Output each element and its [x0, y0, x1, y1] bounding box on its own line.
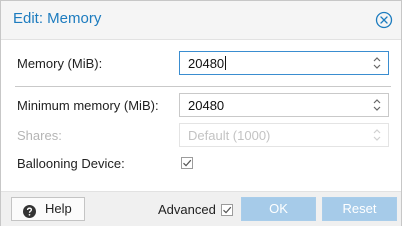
- memory-label: Memory (MiB):: [17, 56, 103, 71]
- dialog-titlebar: Edit: Memory: [1, 1, 401, 40]
- minimum-memory-value: 20480: [188, 98, 225, 113]
- dialog-title: Edit: Memory: [13, 10, 102, 27]
- reset-button[interactable]: Reset: [322, 197, 397, 221]
- section-divider: [15, 86, 391, 87]
- close-icon[interactable]: [374, 10, 394, 30]
- memory-input[interactable]: 20480: [179, 51, 389, 75]
- ok-button[interactable]: OK: [241, 197, 316, 221]
- advanced-label: Advanced: [158, 202, 216, 217]
- ballooning-device-label: Ballooning Device:: [17, 156, 125, 171]
- shares-spinner-icon: [372, 127, 382, 143]
- edit-memory-dialog: Edit: Memory Memory (MiB): 20480 Minimum…: [0, 0, 402, 226]
- minimum-memory-spinner-icon[interactable]: [372, 97, 382, 113]
- minimum-memory-label: Minimum memory (MiB):: [17, 98, 159, 113]
- advanced-checkbox[interactable]: [221, 204, 233, 216]
- memory-spinner-icon[interactable]: [372, 55, 382, 71]
- ballooning-device-checkbox[interactable]: [181, 157, 193, 169]
- shares-placeholder: Default (1000): [188, 128, 271, 143]
- text-caret: [225, 56, 227, 70]
- shares-input: Default (1000): [179, 123, 389, 147]
- help-button-label: Help: [45, 201, 72, 216]
- help-button[interactable]: Help: [11, 197, 85, 221]
- minimum-memory-input[interactable]: 20480: [179, 93, 389, 117]
- memory-value: 20480: [188, 56, 225, 71]
- shares-label: Shares:: [17, 128, 62, 143]
- question-circle-icon: [23, 203, 36, 218]
- dialog-footer: Help Advanced OK Reset: [1, 191, 401, 226]
